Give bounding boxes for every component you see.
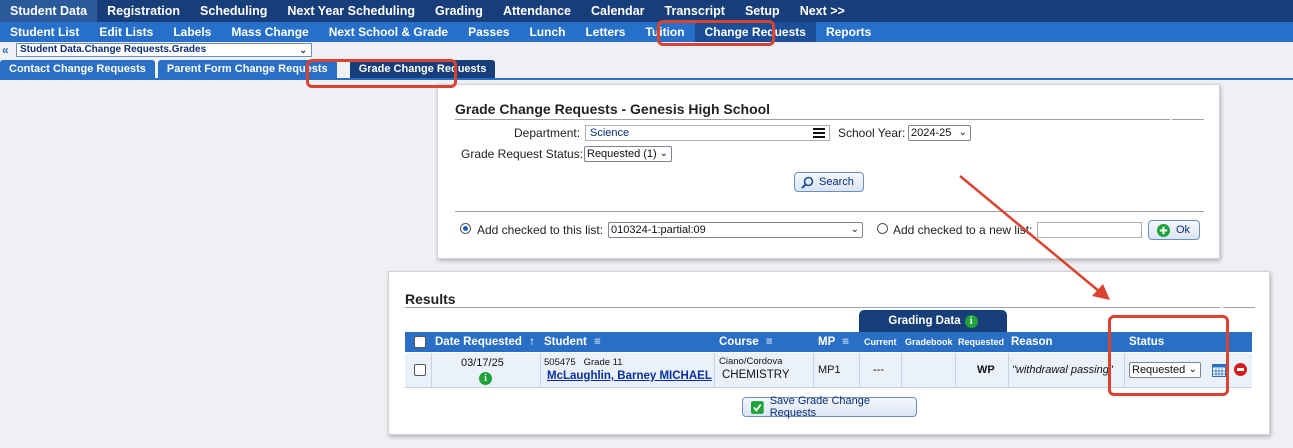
annotation-arrow bbox=[959, 175, 1110, 300]
